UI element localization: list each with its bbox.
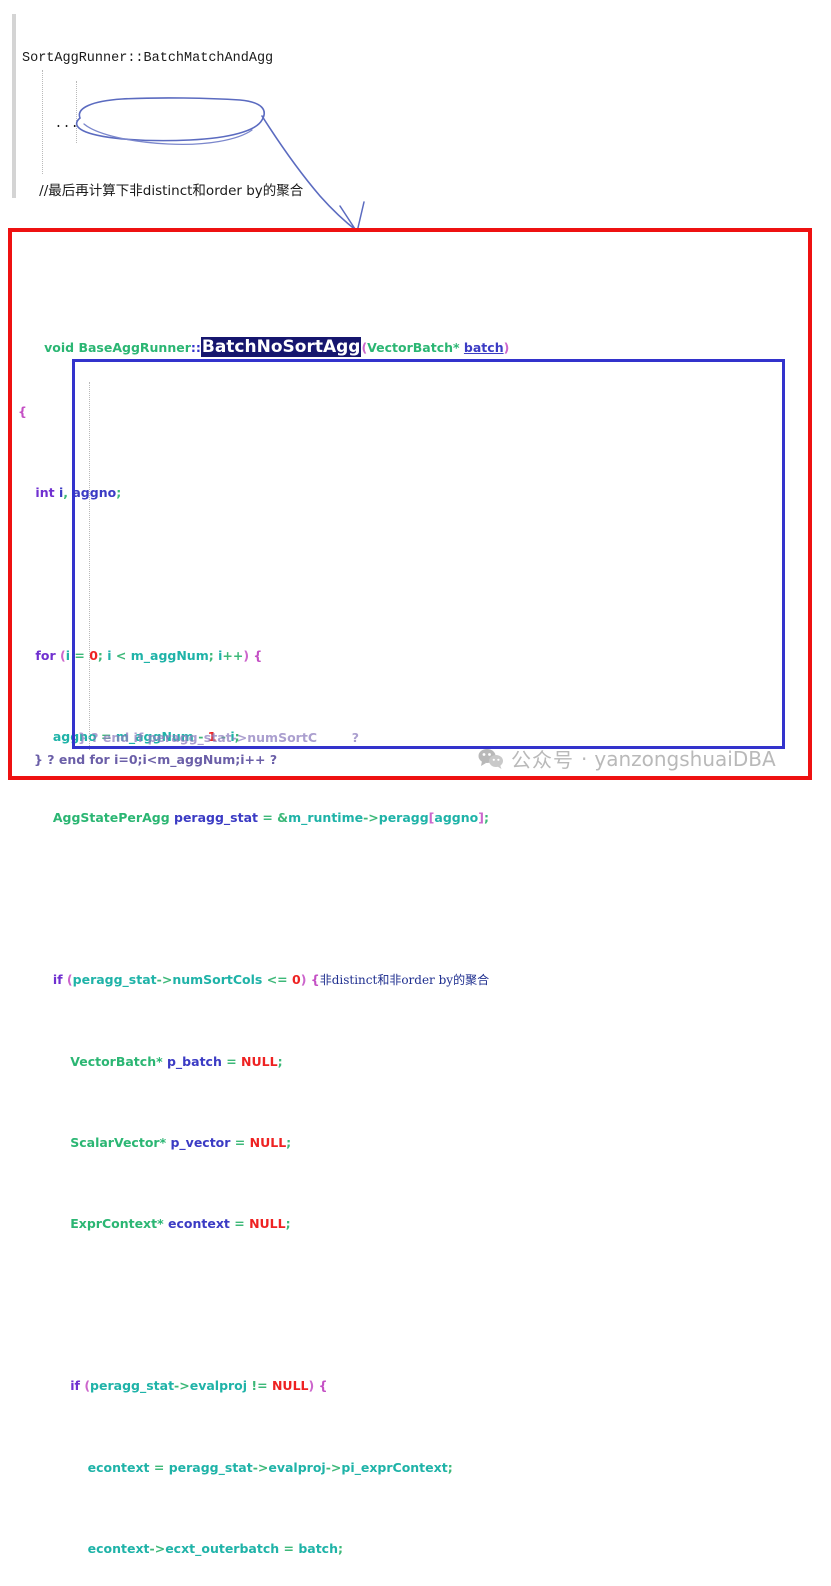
- watermark-latin-text: yanzongshuaiDBA: [594, 746, 776, 771]
- watermark-cjk-text: 公众号: [511, 748, 574, 772]
- code-line: if (peragg_stat->numSortCols <= 0) {非dis…: [52, 972, 490, 988]
- code-line: int i, aggno;: [35, 485, 122, 501]
- editor-gutter-bar: [12, 14, 16, 198]
- watermark: 公众号 · yanzongshuaiDBA: [478, 744, 776, 773]
- scope-operator: ::: [190, 340, 201, 356]
- inline-comment: 非distinct和非order by的聚合: [319, 973, 490, 988]
- indent-guide: [89, 382, 90, 750]
- wechat-icon: [478, 748, 503, 769]
- screenshot-red-highlight-box: void BaseAggRunner::BatchNoSortAgg(Vecto…: [8, 228, 812, 1556]
- open-brace: {: [18, 404, 27, 420]
- param-type: VectorBatch*: [367, 340, 460, 356]
- class-name: BaseAggRunner: [78, 340, 191, 356]
- code-line-tail: } ? end for i=0;i<m_aggNum;i++ ?: [34, 752, 278, 767]
- watermark-separator: ·: [581, 746, 588, 771]
- code-line: SortAggRunner::BatchMatchAndAgg: [22, 51, 274, 66]
- return-type: void: [44, 340, 75, 356]
- code-line: econtext->ecxt_outerbatch = batch;: [87, 1540, 343, 1556]
- function-signature-line: void BaseAggRunner::BatchNoSortAgg(Vecto…: [44, 337, 510, 358]
- code-line: if (peragg_stat->evalproj != NULL) {: [70, 1378, 328, 1394]
- code-line: {: [18, 402, 651, 422]
- code-line: ...: [22, 117, 79, 132]
- code-line-comment: //最后再计算下非distinct和order by的聚合: [22, 183, 304, 199]
- code-line: ExprContext* econtext = NULL;: [70, 1215, 291, 1231]
- highlighted-function-name[interactable]: BatchNoSortAgg: [200, 337, 362, 358]
- code-line: VectorBatch* p_batch = NULL;: [70, 1053, 283, 1069]
- code-line: econtext = peragg_stat->evalproj->pi_exp…: [87, 1459, 453, 1475]
- code-line: ScalarVector* p_vector = NULL;: [70, 1134, 292, 1150]
- code-line: for (i = 0; i < m_aggNum; i++) {: [35, 647, 263, 663]
- top-code-block: SortAggRunner::BatchMatchAndAgg ... //最后…: [0, 0, 831, 660]
- param-name: batch: [463, 340, 504, 356]
- lower-code-text: void BaseAggRunner::BatchNoSortAgg(Vecto…: [18, 236, 651, 1586]
- code-line: AggStatePerAgg peragg_stat = &m_runtime-…: [52, 810, 489, 826]
